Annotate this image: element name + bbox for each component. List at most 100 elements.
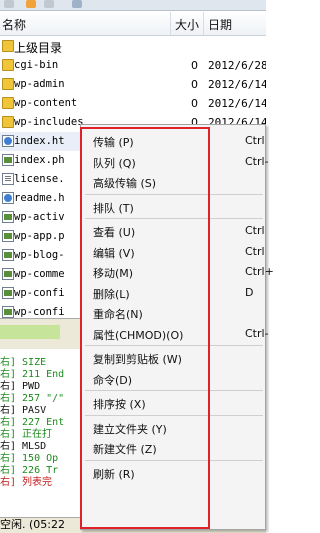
php-file-icon [2,211,14,223]
file-name: wp-app.p [14,230,65,242]
log-line: 右] MLSD [0,441,47,452]
menu-item-label: 队列 (Q) [93,156,136,170]
menu-separator [85,414,263,416]
log-line: 右] 226 Tr [0,465,59,476]
file-name: wp-comme [14,268,65,280]
toolbar-icon[interactable] [44,0,54,8]
php-file-icon [2,249,14,261]
menu-item-shortcut: Ctrl+ [245,265,274,278]
file-name: wp-confi [14,306,65,318]
menu-item[interactable]: 复制到剪贴板 (W) [81,348,267,368]
menu-item[interactable]: 传输 (P) Ctrl [81,131,267,151]
menu-item-label: 排队 (T) [93,201,134,215]
menu-item-shortcut: Ctrl [245,134,265,147]
menu-item-label: 传输 (P) [93,136,134,149]
php-file-icon [2,287,14,299]
progress-strip [0,325,60,339]
menu-item-label: 编辑 (V) [93,246,135,260]
menu-item-label: 命令(D) [93,373,133,387]
menu-item-label: 高级传输 (S) [93,177,157,190]
toolbar-strip [0,0,266,11]
toolbar-icon[interactable] [4,0,14,8]
menu-item-shortcut: Ctrl- [245,154,269,168]
menu-item-label: 删除(L) [93,287,130,301]
menu-item-label: 查看 (U) [93,226,136,239]
menu-item[interactable]: 删除(L) D [81,283,267,303]
menu-separator [85,390,263,391]
menu-item-label: 建立文件夹 (Y) [93,422,167,436]
file-name: index.ht [14,135,65,147]
menu-item[interactable]: 查看 (U) Ctrl [81,221,267,241]
menu-separator [85,459,263,461]
menu-separator [85,345,263,346]
toolbar-icon[interactable] [72,0,82,8]
htm-file-icon [2,192,14,204]
folder-icon [2,116,14,128]
file-name: wp-activ [14,211,65,223]
file-name: readme.h [14,192,65,204]
menu-item-label: 刷新 (R) [93,467,135,481]
log-line: 右] 正在打 [0,429,53,440]
column-name[interactable]: 名称 [2,16,26,33]
file-name: 上级目录 [14,41,63,55]
menu-item[interactable]: 命令(D) [81,369,267,389]
star-icon[interactable] [26,0,36,8]
menu-item-label: 排序按 (X) [93,398,146,411]
folder-icon [2,59,14,71]
menu-item[interactable]: 队列 (Q) Ctrl- [81,152,269,172]
file-size: 0 [191,59,198,72]
menu-item-shortcut: Ctrl [245,244,265,258]
menu-item[interactable]: 编辑 (V) Ctrl [81,242,267,262]
file-row[interactable]: wp-content 0 2012/6/14 [0,94,266,113]
menu-separator [85,193,263,195]
menu-item-label: 复制到剪贴板 (W) [93,353,182,366]
file-name: wp-includes [14,116,84,128]
context-menu: 传输 (P) Ctrl 队列 (Q) Ctrl- 高级传输 (S) 排队 (T) 查看 (U… [80,124,274,530]
menu-item[interactable]: 刷新 (R) [81,463,267,483]
log-line: 右] PWD [0,381,41,392]
file-row[interactable]: cgi-bin 0 2012/6/28 [0,56,266,75]
log-line: 右] 211 End [0,369,65,380]
htm-file-icon [2,135,14,147]
column-size[interactable]: 大小 [175,16,199,33]
php-file-icon [2,230,14,242]
file-name: wp-confi [14,287,65,299]
file-row[interactable]: wp-admin 0 2012/6/14 [0,75,266,94]
file-date: 2012/6/14 [208,97,266,110]
menu-item-label: 新建文件 (Z) [93,443,157,456]
file-name: wp-blog- [14,249,65,261]
menu-item-label: 属性(CHMOD)(O) [93,328,184,342]
menu-item[interactable]: 新建文件 (Z) [81,438,267,458]
file-name: index.ph [14,154,65,166]
file-date: 2012/6/28 [208,59,266,72]
log-line: 右] 257 "/" [0,393,65,404]
file-date: 2012/6/14 [208,78,266,91]
php-file-icon [2,268,14,280]
file-name: wp-admin [14,78,65,90]
log-line: 右] 150 Op [0,453,59,464]
menu-item[interactable]: 排序按 (X) [81,393,267,413]
column-date[interactable]: 日期 [208,16,232,33]
menu-item[interactable]: 重命名(N) [81,303,267,323]
menu-item-shortcut: D [245,285,254,299]
php-file-icon [2,154,14,166]
log-line: 右] 列表完 [0,477,53,488]
menu-item[interactable]: 建立文件夹 (Y) [81,418,267,438]
file-size: 0 [191,97,198,110]
file-name: wp-content [14,97,78,109]
menu-separator [85,218,263,219]
file-size: 0 [191,78,198,91]
menu-item[interactable]: 排队 (T) [81,197,267,217]
file-row[interactable]: 上级目录 [0,37,266,56]
status-text: 空闲. (05:22 [0,518,65,531]
log-line: 右] SIZE [0,357,47,368]
file-name: license. [14,173,65,185]
menu-item[interactable]: 移动(M) Ctrl+ [81,262,274,282]
folder-icon [2,78,14,90]
log-line: 右] PASV [0,405,47,416]
up-folder-icon [2,40,14,52]
menu-item-shortcut: Ctrl [245,224,265,237]
menu-item[interactable]: 高级传输 (S) [81,172,267,192]
menu-item[interactable]: 属性(CHMOD)(O) Ctrl- [81,324,269,344]
log-line: 右] 227 Ent [0,417,65,428]
